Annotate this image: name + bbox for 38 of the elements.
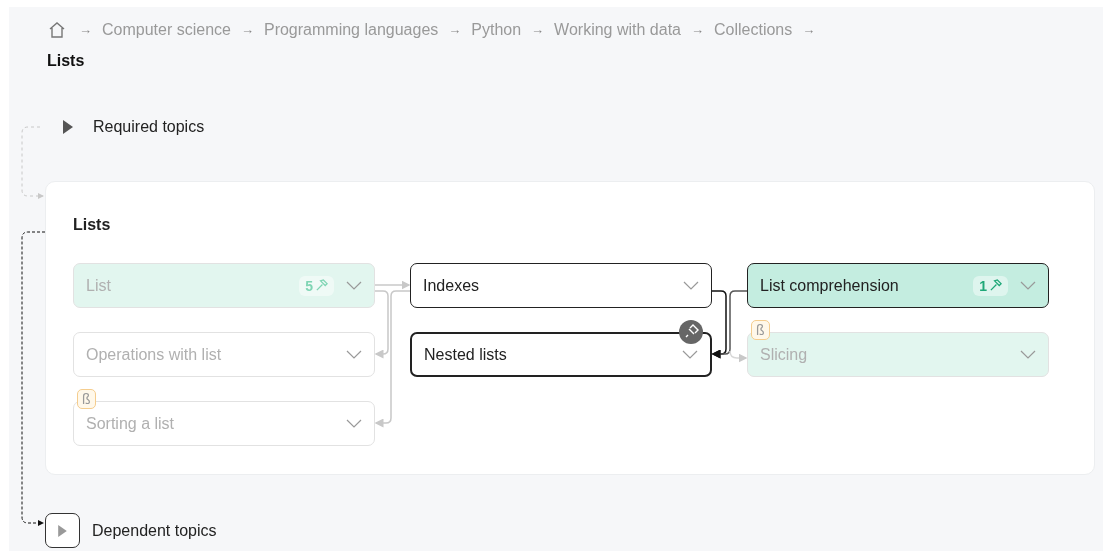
breadcrumb-link[interactable]: Computer science xyxy=(102,14,231,45)
breadcrumb-separator: → xyxy=(531,21,545,39)
topic-card[interactable]: Operations with list xyxy=(73,332,375,377)
chevron-down-icon[interactable] xyxy=(682,349,698,360)
beta-badge: ß xyxy=(77,389,96,409)
pin-icon[interactable] xyxy=(679,320,703,344)
breadcrumb-link[interactable]: Working with data xyxy=(554,14,681,45)
expand-triangle-icon[interactable] xyxy=(63,120,73,134)
home-icon[interactable] xyxy=(47,19,67,40)
expand-button[interactable] xyxy=(45,513,80,548)
breadcrumb-current: Lists xyxy=(47,51,85,71)
breadcrumb-link[interactable]: Python xyxy=(471,14,522,45)
chevron-down-icon[interactable] xyxy=(346,280,362,291)
chevron-down-icon[interactable] xyxy=(1020,349,1036,360)
panel-title: Lists xyxy=(73,215,112,235)
chevron-down-icon[interactable] xyxy=(346,349,362,360)
task-count-badge: 1 xyxy=(973,275,1008,296)
topic-card[interactable]: Nested lists xyxy=(410,332,712,377)
topic-card[interactable]: Indexes xyxy=(410,263,712,308)
task-count-badge: 5 xyxy=(299,275,334,296)
expand-triangle-icon xyxy=(58,524,67,537)
topic-card[interactable]: List 5 xyxy=(73,263,375,308)
breadcrumb-separator: → xyxy=(802,21,816,39)
topic-card[interactable]: List comprehension 1 xyxy=(747,263,1049,308)
breadcrumb-separator: → xyxy=(240,21,254,39)
chevron-down-icon[interactable] xyxy=(1020,280,1036,291)
section-toggle-label[interactable]: Dependent topics xyxy=(92,521,217,540)
hammer-icon xyxy=(315,279,328,292)
chevron-down-icon[interactable] xyxy=(683,280,699,291)
chevron-down-icon[interactable] xyxy=(346,418,362,429)
hammer-icon xyxy=(989,279,1002,292)
breadcrumb-separator: → xyxy=(79,21,92,39)
breadcrumb-link[interactable]: Collections xyxy=(713,14,793,45)
breadcrumb-link[interactable]: Programming languages xyxy=(263,14,439,45)
breadcrumb-separator: → xyxy=(448,21,462,39)
beta-badge: ß xyxy=(751,320,770,340)
breadcrumb-separator: → xyxy=(690,21,704,39)
section-toggle-label[interactable]: Required topics xyxy=(93,118,205,136)
